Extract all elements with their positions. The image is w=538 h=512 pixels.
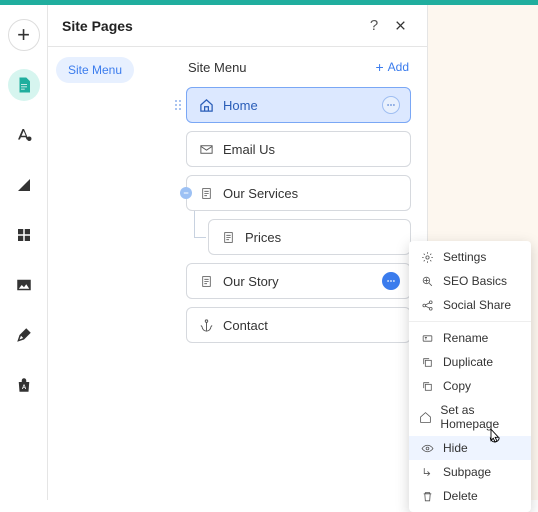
page-item-contact[interactable]: Contact <box>186 307 411 343</box>
image-icon <box>15 276 33 294</box>
page-label: Email Us <box>223 142 400 157</box>
menu-copy[interactable]: Copy <box>409 374 531 398</box>
blog-rail-button[interactable] <box>8 319 40 351</box>
collapse-toggle[interactable]: − <box>180 187 192 199</box>
menu-rename[interactable]: Rename <box>409 326 531 350</box>
add-button[interactable]: + <box>8 19 40 51</box>
drag-handle-icon[interactable] <box>174 99 182 111</box>
grid-icon <box>15 226 33 244</box>
section-rail-button[interactable] <box>8 169 40 201</box>
page-more-button[interactable] <box>382 96 400 114</box>
apps-rail-button[interactable] <box>8 219 40 251</box>
duplicate-icon <box>419 356 435 369</box>
nav-site-menu[interactable]: Site Menu <box>56 57 134 83</box>
bag-icon: A <box>15 376 33 394</box>
help-button[interactable]: ? <box>361 13 387 39</box>
menu-subpage[interactable]: Subpage <box>409 460 531 484</box>
menu-delete[interactable]: Delete <box>409 484 531 508</box>
home-icon <box>419 411 432 424</box>
page-label: Our Services <box>223 186 400 201</box>
gear-icon <box>419 251 435 264</box>
store-rail-button[interactable]: A <box>8 369 40 401</box>
eye-icon <box>419 442 435 455</box>
context-menu: Settings SEO Basics Social Share Rename … <box>409 241 531 512</box>
page-label: Prices <box>245 230 400 245</box>
text-icon <box>419 332 435 345</box>
pages-content: Site Menu +Add Home Email Us − Our <box>170 47 427 500</box>
square-half-icon <box>15 176 33 194</box>
plus-icon: + <box>375 59 383 75</box>
share-icon <box>419 299 435 312</box>
page-icon <box>15 76 33 94</box>
panel-title: Site Pages <box>62 18 361 34</box>
menu-settings[interactable]: Settings <box>409 245 531 269</box>
svg-text:A: A <box>21 385 26 391</box>
page-item-home[interactable]: Home <box>186 87 411 123</box>
tree-line <box>194 211 195 237</box>
page-list: Home Email Us − Our Services <box>186 87 411 343</box>
media-rail-button[interactable] <box>8 269 40 301</box>
cursor-icon <box>485 427 503 445</box>
page-more-button[interactable] <box>382 272 400 290</box>
page-label: Home <box>223 98 382 113</box>
page-icon <box>197 274 215 289</box>
page-item-story[interactable]: Our Story <box>186 263 411 299</box>
menu-separator <box>409 321 531 322</box>
content-title: Site Menu <box>188 60 375 75</box>
page-item-prices[interactable]: Prices <box>208 219 411 255</box>
page-label: Our Story <box>223 274 382 289</box>
panel-nav: Site Menu <box>48 47 170 500</box>
page-icon <box>219 230 237 245</box>
mail-icon <box>197 142 215 157</box>
menu-seo[interactable]: SEO Basics <box>409 269 531 293</box>
font-icon <box>15 126 33 144</box>
tree-line <box>194 237 206 238</box>
page-item-email[interactable]: Email Us <box>186 131 411 167</box>
pages-rail-button[interactable] <box>8 69 40 101</box>
panel-header: Site Pages ? <box>48 5 427 47</box>
design-rail-button[interactable] <box>8 119 40 151</box>
copy-icon <box>419 380 435 393</box>
search-icon <box>419 275 435 288</box>
close-panel-button[interactable] <box>387 13 413 39</box>
home-icon <box>197 98 215 113</box>
add-page-button[interactable]: +Add <box>375 59 409 75</box>
trash-icon <box>419 490 435 503</box>
left-rail: + A <box>0 5 48 500</box>
menu-social[interactable]: Social Share <box>409 293 531 317</box>
page-label: Contact <box>223 318 400 333</box>
close-icon <box>394 19 407 32</box>
anchor-icon <box>197 318 215 333</box>
page-item-services[interactable]: − Our Services <box>186 175 411 211</box>
menu-duplicate[interactable]: Duplicate <box>409 350 531 374</box>
subpage-icon <box>419 466 435 479</box>
pen-icon <box>15 326 33 344</box>
menu-homepage[interactable]: Set as Homepage <box>409 398 531 436</box>
page-icon <box>197 186 215 201</box>
pages-panel: Site Pages ? Site Menu Site Menu +Add Ho… <box>48 5 428 500</box>
menu-hide[interactable]: Hide <box>409 436 531 460</box>
